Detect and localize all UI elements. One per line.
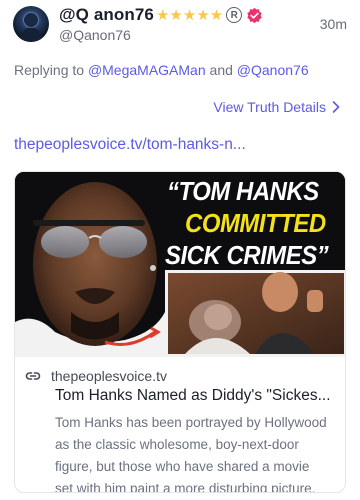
replying-to: Replying to @MegaMAGAMan and @Qanon76: [14, 62, 309, 78]
user-handle[interactable]: @Qanon76: [59, 27, 131, 43]
replying-joiner: and: [205, 62, 237, 78]
display-name[interactable]: @Q anon76: [59, 5, 154, 25]
avatar-image: [19, 12, 43, 42]
view-truth-details-link[interactable]: View Truth Details: [213, 99, 340, 115]
verified-badge-icon: [247, 7, 262, 23]
registered-badge-icon: R: [226, 7, 243, 23]
headline-line-2: COMMITTED: [185, 208, 326, 238]
card-title[interactable]: Tom Hanks Named as Diddy's "Sickes...: [55, 387, 343, 405]
card-domain: thepeoplesvoice.tv: [51, 368, 167, 384]
preview-thumbnail[interactable]: “TOM HANKS COMMITTED SICK CRIMES”: [15, 172, 345, 357]
card-description-line: Tom Hanks has been portrayed by Hollywoo…: [55, 415, 327, 430]
rating-stars: ★ ★ ★ ★ ★: [156, 8, 223, 23]
link-preview-card[interactable]: “TOM HANKS COMMITTED SICK CRIMES” thepeo…: [14, 171, 346, 493]
replying-prefix: Replying to: [14, 62, 88, 78]
card-domain-row: thepeoplesvoice.tv: [25, 368, 167, 384]
chevron-right-icon: [332, 101, 340, 113]
link-icon: [25, 372, 41, 380]
headline-line-1: “TOM HANKS: [167, 176, 319, 206]
post: @Q anon76 ★ ★ ★ ★ ★ R @Qanon76 30m Reply…: [0, 0, 360, 500]
gold-star-icon: ★: [155, 6, 170, 24]
view-truth-details-label: View Truth Details: [213, 99, 326, 115]
avatar[interactable]: [13, 6, 49, 42]
mention-megamagaman[interactable]: @MegaMAGAMan: [88, 62, 206, 78]
headline-line-3: SICK CRIMES”: [165, 240, 329, 270]
gold-star-icon: ★: [182, 6, 197, 24]
name-row: @Q anon76 ★ ★ ★ ★ ★ R: [59, 4, 263, 26]
timestamp: 30m: [319, 16, 347, 32]
mention-qanon76[interactable]: @Qanon76: [237, 62, 309, 78]
gold-star-icon: ★: [169, 6, 183, 24]
post-link[interactable]: thepeoplesvoice.tv/tom-hanks-n...: [14, 136, 246, 154]
card-description-line: as the classic wholesome, boy-next-door: [55, 437, 299, 452]
gold-star-icon: ★: [196, 6, 210, 24]
gold-star-icon: ★: [209, 6, 224, 24]
card-description: Tom Hanks has been portrayed by Hollywoo…: [55, 412, 345, 493]
card-description-line: figure, but those who have shared a movi…: [55, 459, 310, 474]
card-description-line: set with him paint a more disturbing pic…: [55, 481, 316, 493]
